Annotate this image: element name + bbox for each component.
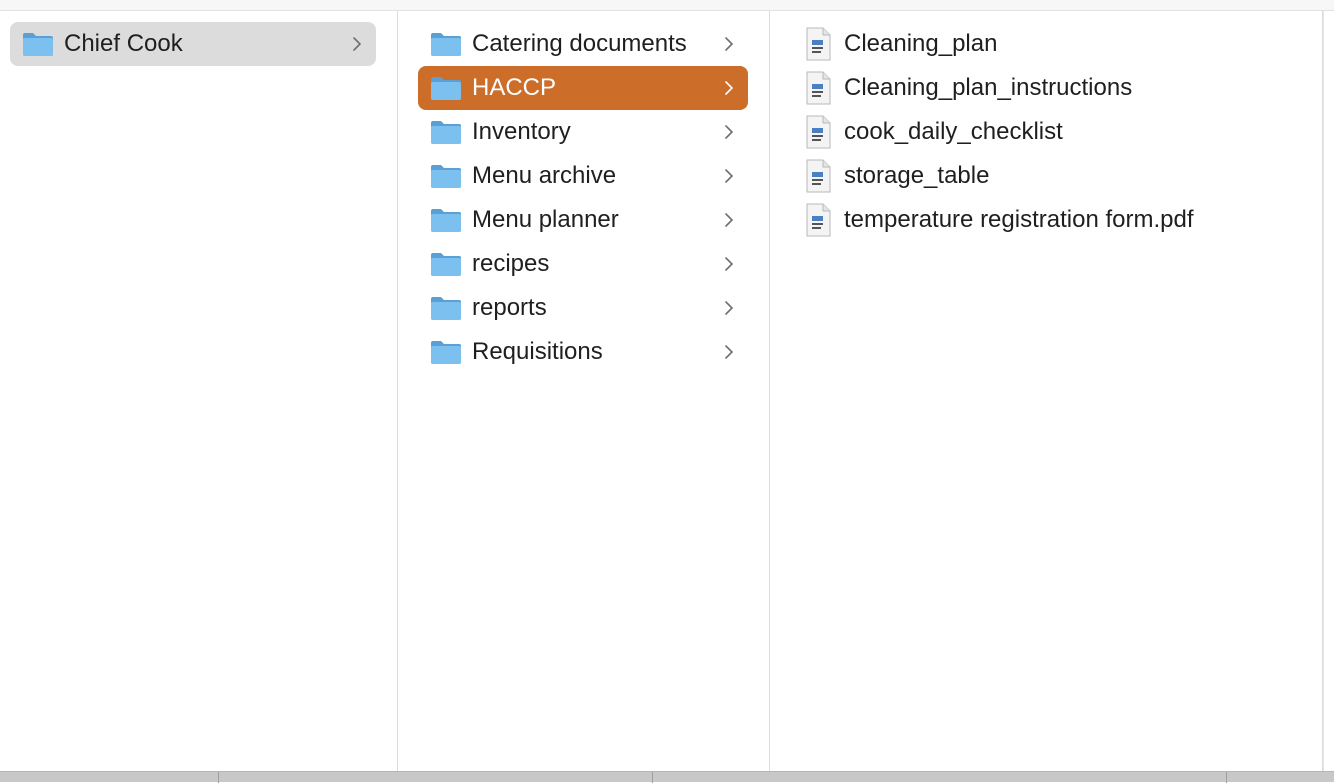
document-icon bbox=[806, 71, 831, 105]
file-row-cook-daily-checklist[interactable]: cook_daily_checklist bbox=[790, 110, 1310, 154]
folder-label: Inventory bbox=[472, 118, 571, 145]
folder-icon bbox=[431, 165, 461, 188]
column-browser: Chief Cook Catering documents HACCP Inve… bbox=[0, 11, 1334, 771]
column-chief-cook: Catering documents HACCP Inventory Menu … bbox=[398, 11, 770, 771]
document-icon bbox=[806, 159, 831, 193]
document-icon bbox=[806, 27, 831, 61]
column-empty bbox=[1323, 11, 1334, 771]
divider bbox=[652, 772, 653, 783]
file-label: Cleaning_plan_instructions bbox=[844, 74, 1133, 101]
folder-icon bbox=[431, 297, 461, 320]
chevron-right-icon bbox=[725, 37, 734, 51]
file-row-cleaning-plan-instructions[interactable]: Cleaning_plan_instructions bbox=[790, 66, 1310, 110]
folder-row-reports[interactable]: reports bbox=[418, 286, 748, 330]
folder-label: HACCP bbox=[472, 74, 557, 101]
chevron-right-icon bbox=[725, 301, 734, 315]
folder-icon bbox=[431, 33, 461, 56]
folder-label: Catering documents bbox=[472, 30, 687, 57]
column-root: Chief Cook bbox=[0, 11, 398, 771]
document-icon bbox=[806, 115, 831, 149]
folder-row-inventory[interactable]: Inventory bbox=[418, 110, 748, 154]
chevron-right-icon bbox=[725, 345, 734, 359]
folder-row-menu-archive[interactable]: Menu archive bbox=[418, 154, 748, 198]
folder-icon bbox=[431, 121, 461, 144]
folder-row-haccp[interactable]: HACCP bbox=[418, 66, 748, 110]
divider bbox=[1226, 772, 1227, 783]
folder-label: recipes bbox=[472, 250, 550, 277]
folder-label: Menu archive bbox=[472, 162, 617, 189]
folder-row-menu-planner[interactable]: Menu planner bbox=[418, 198, 748, 242]
file-label: cook_daily_checklist bbox=[844, 118, 1063, 145]
file-label: temperature registration form.pdf bbox=[844, 206, 1194, 233]
folder-icon bbox=[23, 33, 53, 56]
column-haccp: Cleaning_plan Cleaning_plan_instructions… bbox=[770, 11, 1323, 771]
folder-row-requisitions[interactable]: Requisitions bbox=[418, 330, 748, 374]
folder-icon bbox=[431, 253, 461, 276]
file-label: Cleaning_plan bbox=[844, 30, 998, 57]
chevron-right-icon bbox=[725, 125, 734, 139]
folder-label: Requisitions bbox=[472, 338, 603, 365]
file-row-temperature-registration-form[interactable]: temperature registration form.pdf bbox=[790, 198, 1310, 242]
chevron-right-icon bbox=[725, 213, 734, 227]
file-label: storage_table bbox=[844, 162, 990, 189]
folder-row-chief-cook[interactable]: Chief Cook bbox=[10, 22, 376, 66]
folder-label: reports bbox=[472, 294, 547, 321]
folder-icon bbox=[431, 341, 461, 364]
file-row-cleaning-plan[interactable]: Cleaning_plan bbox=[790, 22, 1310, 66]
chevron-right-icon bbox=[725, 169, 734, 183]
folder-icon bbox=[431, 77, 461, 100]
folder-label: Menu planner bbox=[472, 206, 619, 233]
window-bottom-edge bbox=[0, 771, 1334, 783]
folder-row-recipes[interactable]: recipes bbox=[418, 242, 748, 286]
folder-label: Chief Cook bbox=[64, 30, 183, 57]
divider bbox=[218, 772, 219, 783]
file-row-storage-table[interactable]: storage_table bbox=[790, 154, 1310, 198]
chevron-right-icon bbox=[353, 37, 362, 51]
chevron-right-icon bbox=[725, 257, 734, 271]
folder-icon bbox=[431, 209, 461, 232]
chevron-right-icon bbox=[725, 81, 734, 95]
folder-row-catering-documents[interactable]: Catering documents bbox=[418, 22, 748, 66]
document-icon bbox=[806, 203, 831, 237]
window-top-edge bbox=[0, 0, 1334, 11]
